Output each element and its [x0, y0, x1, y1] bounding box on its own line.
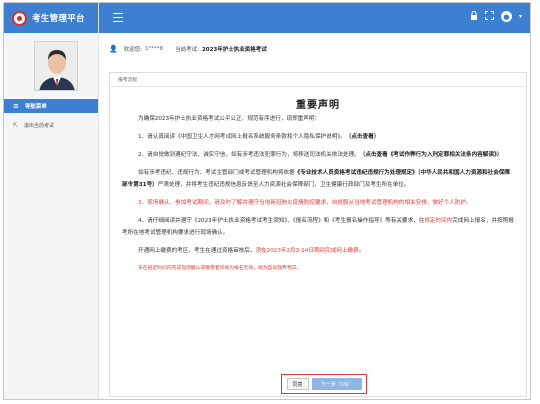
- agree-button[interactable]: 同意: [286, 378, 309, 390]
- top-bar: ● ▾: [99, 3, 530, 33]
- brand: 考生管理平台: [4, 3, 98, 33]
- fullscreen-icon[interactable]: [484, 10, 495, 22]
- clause-2-text: 2．请自觉做到遵纪守法、诚实守信，如有涉考违法犯罪行为，将移送司法机关依法处理。: [138, 152, 360, 158]
- clause-3: 3．现场确认、参加考试期间，请及时了解并遵守当地新冠肺炎疫情防控要求，自觉服从当…: [138, 200, 472, 206]
- sidebar-item-exit-exam[interactable]: ⇱ 退出当前考试: [4, 118, 98, 132]
- nav-header[interactable]: ≡ 导航菜单: [4, 99, 98, 113]
- clause-payment-text-a: 开通网上缴费的考区，考生在通过资格审核后，: [138, 248, 256, 254]
- clause-1: 1．请认真阅读《中国卫生人才网考试网上报名系统服务条款和个人隐私保护说明》。（点…: [122, 131, 514, 143]
- next-step-button[interactable]: 下一步（19）: [311, 378, 362, 390]
- page-title: 重要声明: [296, 100, 340, 111]
- clause-invalid-notice: 未在规定时间内完成现场确认或缴费者均视为报名无效，视为自动放弃考试。: [138, 266, 302, 271]
- app-frame: 考生管理平台 ≡ 导航菜单 ⇱ 退出当前考试 ● ▾ 👤 欢迎您: 1****8…: [3, 2, 531, 400]
- clause-4-text-a: 4．请仔细阅读并遵守《2023年护士执业资格考试考生须知》、《报名流程》和《考生…: [138, 218, 425, 224]
- info-bar: 👤 欢迎您: 1****8 当前考试: 2023年护士执业资格考试: [109, 41, 527, 57]
- logo-icon: [12, 10, 27, 26]
- panel-header: 报考流程: [110, 73, 526, 87]
- top-icons: ● ▾: [470, 10, 522, 22]
- clause-payment-deadline: 须在2023年2月3-14日期间完成网上缴费: [255, 248, 359, 254]
- sidebar: 考生管理平台 ≡ 导航菜单 ⇱ 退出当前考试: [4, 3, 99, 399]
- lock-icon[interactable]: [470, 10, 478, 22]
- nav-header-label: 导航菜单: [24, 104, 47, 110]
- list-icon: ≡: [13, 102, 19, 110]
- clause-violation: 如有涉考违纪、违规行为，考试主管部门或考试管理机构将依据《专业技术人员资格考试违…: [122, 167, 514, 191]
- brand-title: 考生管理平台: [32, 14, 85, 24]
- username: 1****8: [145, 46, 164, 52]
- chevron-down-icon[interactable]: ▾: [519, 13, 522, 20]
- menu-icon[interactable]: [113, 13, 123, 22]
- declaration-panel: 报考流程 重要声明 为确保2023年护士执业资格考试公平公正、规范有序进行，现郑…: [109, 72, 527, 397]
- sidebar-item-label: 退出当前考试: [24, 122, 55, 129]
- clause-4: 4．请仔细阅读并遵守《2023年护士执业资格考试考生须知》、《报名流程》和《考生…: [122, 215, 514, 239]
- clause-payment: 开通网上缴费的考区，考生在通过资格审核后，须在2023年2月3-14日期间完成网…: [122, 245, 514, 257]
- clause-1-text: 1．请认真阅读《中国卫生人才网考试网上报名系统服务条款和个人隐私保护说明》。: [138, 134, 346, 140]
- intro-paragraph: 为确保2023年护士执业资格考试公平公正、规范有序进行，现郑重声明：: [138, 116, 321, 122]
- clause-4-deadline: 规定时间内: [424, 218, 453, 224]
- clause-violation-text-a: 如有涉考违纪、违规行为，考试主管部门或考试管理机构将依据: [138, 170, 295, 176]
- welcome-label: 欢迎您:: [123, 47, 143, 53]
- view-terms-link[interactable]: （点击查看）: [346, 134, 380, 140]
- clause-payment-text-c: 。: [358, 248, 365, 254]
- exam-name: 2023年护士执业资格考试: [201, 47, 267, 53]
- avatar: [34, 41, 78, 91]
- clause-violation-text-c: 严肃处理，并将考生违纪违规信息反馈至人力资源社会保障部门、卫生健康行政部门及考生…: [157, 182, 410, 188]
- view-law-link[interactable]: （点击查看《考试作弊行为入刑定罪相关法条内容解读》）: [360, 152, 503, 158]
- exam-label: 当前考试:: [175, 47, 199, 53]
- exit-icon: ⇱: [13, 121, 19, 129]
- declaration-body: 为确保2023年护士执业资格考试公平公正、规范有序进行，现郑重声明： 1．请认真…: [122, 113, 514, 281]
- action-buttons: 同意 下一步（19）: [281, 374, 367, 394]
- user-circle-icon[interactable]: ●: [500, 11, 512, 22]
- user-icon: 👤: [109, 45, 118, 53]
- clause-2: 2．请自觉做到遵纪守法、诚实守信，如有涉考违法犯罪行为，将移送司法机关依法处理。…: [122, 149, 514, 161]
